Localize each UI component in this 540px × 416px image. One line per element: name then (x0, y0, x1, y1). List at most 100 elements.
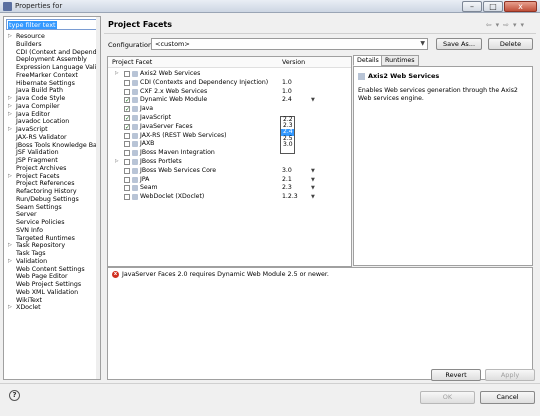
filter-input[interactable]: type filter text (6, 19, 98, 30)
tree-item[interactable]: ▷ Java Compiler (4, 103, 100, 111)
tree-item[interactable]: Java Build Path (4, 87, 100, 95)
tree-item[interactable]: WikiText (4, 297, 100, 305)
facet-row[interactable]: ✓ JavaServer Faces (108, 123, 351, 132)
save-as-button[interactable]: Save As... (436, 38, 482, 50)
chevron-down-icon[interactable]: ▼ (311, 167, 315, 176)
delete-button[interactable]: Delete (488, 38, 533, 50)
facet-row[interactable]: JPA 2.1 ▼ (108, 176, 351, 185)
facet-checkbox[interactable]: ✓ (124, 115, 130, 122)
tree-item[interactable]: ▷ Project Facets (4, 173, 100, 181)
facet-row[interactable]: ✓ Java (108, 105, 351, 114)
version-option[interactable]: 3.0 (281, 141, 294, 148)
tree-item[interactable]: ▷ Resource (4, 33, 100, 41)
facet-checkbox[interactable]: ✓ (124, 123, 130, 130)
expand-icon[interactable]: ▷ (8, 95, 12, 103)
facet-version[interactable]: 2.3 (282, 184, 292, 193)
facet-version[interactable]: 1.0 (282, 88, 292, 97)
facet-checkbox[interactable] (124, 159, 130, 165)
expand-icon[interactable]: ▷ (115, 158, 118, 167)
chevron-down-icon[interactable]: ▼ (311, 184, 315, 193)
facet-row[interactable]: ✓ Dynamic Web Module 2.4 ▼ (108, 96, 351, 105)
facet-checkbox[interactable] (124, 71, 130, 77)
tree-item[interactable]: Web Content Settings (4, 266, 100, 274)
expand-icon[interactable]: ▷ (8, 33, 12, 41)
expand-icon[interactable]: ▷ (115, 70, 118, 79)
chevron-down-icon[interactable]: ▼ (311, 176, 315, 185)
facet-row[interactable]: JAXB2.2 (108, 140, 351, 149)
facet-checkbox[interactable] (124, 150, 130, 157)
facet-checkbox[interactable]: ✓ (124, 97, 130, 104)
facet-row[interactable]: JAX-RS (REST Web Services) (108, 132, 351, 141)
tree-item[interactable]: Expression Language Valida (4, 64, 100, 72)
tree-item[interactable]: Targeted Runtimes (4, 235, 100, 243)
tab-details[interactable]: Details (353, 55, 383, 66)
chevron-down-icon[interactable]: ▼ (311, 193, 315, 202)
tree-item[interactable]: Service Policies (4, 219, 100, 227)
facet-row[interactable]: WebDoclet (XDoclet) 1.2.3 ▼ (108, 193, 351, 202)
configuration-select[interactable]: <custom> ▼ (151, 38, 428, 50)
nav-scrollbar[interactable] (96, 17, 100, 379)
facet-version[interactable]: 2.4 (282, 96, 292, 105)
facet-row[interactable]: ▷ JBoss Portlets (108, 158, 351, 167)
facet-version[interactable]: 1.0 (282, 79, 292, 88)
tree-item[interactable]: JSP Fragment (4, 157, 100, 165)
tree-item[interactable]: Hibernate Settings (4, 80, 100, 88)
tree-item[interactable]: JBoss Tools Knowledge Bas (4, 142, 100, 150)
tree-item[interactable]: Seam Settings (4, 204, 100, 212)
revert-button[interactable]: Revert (431, 369, 481, 381)
tree-item[interactable]: SVN Info (4, 227, 100, 235)
tree-item[interactable]: ▷ JavaScript (4, 126, 100, 134)
expand-icon[interactable]: ▷ (8, 242, 12, 250)
nav-arrows-icon[interactable]: ⇦▾⇨▾▾ (486, 21, 528, 29)
tree-item[interactable]: Javadoc Location (4, 118, 100, 126)
facet-checkbox[interactable] (124, 141, 130, 148)
expand-icon[interactable]: ▷ (8, 173, 12, 181)
expand-icon[interactable]: ▷ (8, 304, 12, 312)
tree-item[interactable]: JAX-RS Validator (4, 134, 100, 142)
facet-row[interactable]: Seam 2.3 ▼ (108, 184, 351, 193)
expand-icon[interactable]: ▷ (8, 111, 12, 119)
facet-row[interactable]: CDI (Contexts and Dependency Injection) 1… (108, 79, 351, 88)
close-button[interactable]: x (504, 1, 537, 12)
facet-row[interactable]: ▷ Axis2 Web Services (108, 70, 351, 79)
tree-item[interactable]: Task Tags (4, 250, 100, 258)
tree-item[interactable]: ▷ Task Repository (4, 242, 100, 250)
tree-item[interactable]: ▷ XDoclet (4, 304, 100, 312)
tree-item[interactable]: ▷ Java Editor (4, 111, 100, 119)
tree-item[interactable]: Project References (4, 180, 100, 188)
expand-icon[interactable]: ▷ (8, 258, 12, 266)
tab-runtimes[interactable]: Runtimes (381, 55, 419, 66)
facet-checkbox[interactable] (124, 132, 130, 139)
expand-icon[interactable]: ▷ (8, 103, 12, 111)
tree-item[interactable]: ▷ Validation (4, 258, 100, 266)
facet-row[interactable]: JBoss Maven Integration1.0 (108, 149, 351, 158)
facet-version[interactable]: 1.2.3 (282, 193, 298, 202)
facet-version[interactable]: 2.1 (282, 176, 292, 185)
tree-item[interactable]: FreeMarker Context (4, 72, 100, 80)
tree-item[interactable]: Run/Debug Settings (4, 196, 100, 204)
expand-icon[interactable]: ▷ (8, 126, 12, 134)
facet-checkbox[interactable] (124, 88, 130, 95)
cancel-button[interactable]: Cancel (480, 391, 535, 404)
facet-checkbox[interactable] (124, 176, 130, 183)
tree-item[interactable]: Web Project Settings (4, 281, 100, 289)
tree-item[interactable]: Web XML Validation (4, 289, 100, 297)
tree-item[interactable]: CDI (Context and Dependen (4, 49, 100, 57)
tree-item[interactable]: Builders (4, 41, 100, 49)
facet-row[interactable]: JBoss Web Services Core 3.0 ▼ (108, 167, 351, 176)
tree-item[interactable]: Project Archives (4, 165, 100, 173)
tree-item[interactable]: Server (4, 211, 100, 219)
apply-button[interactable]: Apply (485, 369, 535, 381)
chevron-down-icon[interactable]: ▼ (311, 96, 315, 105)
facet-version[interactable]: 3.0 (282, 167, 292, 176)
facet-checkbox[interactable] (124, 185, 130, 192)
facet-row[interactable]: CXF 2.x Web Services 1.0 (108, 88, 351, 97)
minimize-button[interactable]: – (462, 1, 482, 12)
maximize-button[interactable]: □ (483, 1, 503, 12)
facet-checkbox[interactable] (124, 79, 130, 86)
facet-checkbox[interactable] (124, 167, 130, 174)
tree-item[interactable]: Deployment Assembly (4, 56, 100, 64)
tree-item[interactable]: ▷ Java Code Style (4, 95, 100, 103)
help-icon[interactable]: ? (9, 390, 20, 401)
facet-row[interactable]: ✓ JavaScript (108, 114, 351, 123)
